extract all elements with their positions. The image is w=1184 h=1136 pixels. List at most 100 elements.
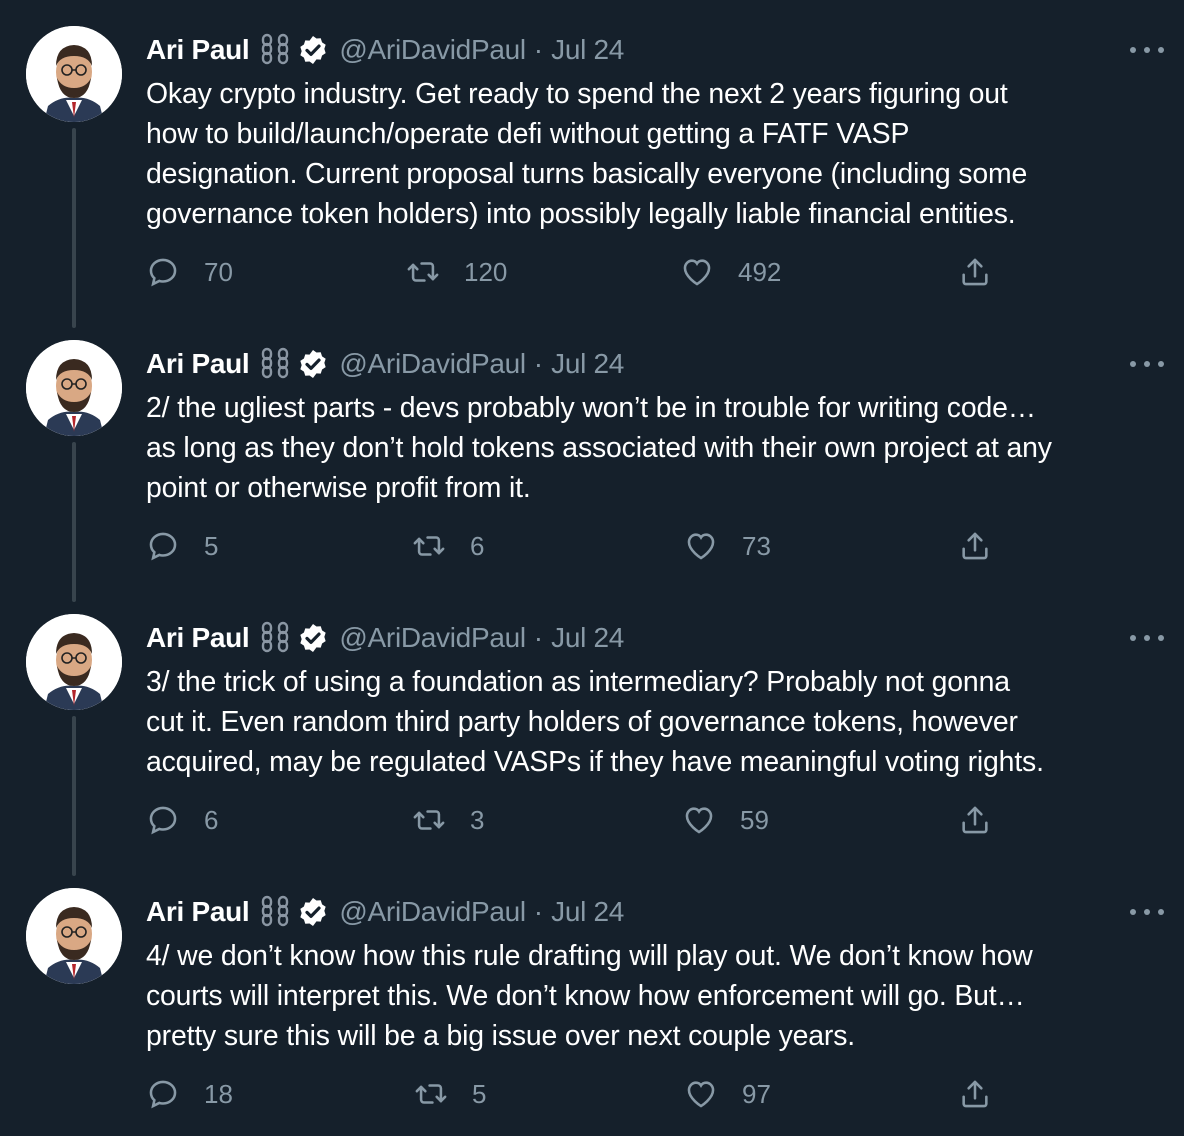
share-icon: [962, 258, 988, 286]
like-button[interactable]: 73: [684, 526, 771, 566]
author-handle[interactable]: @AriDavidPaul: [339, 622, 526, 654]
separator-dot: ·: [533, 896, 544, 927]
verified-badge-icon: [297, 348, 329, 380]
author-name[interactable]: Ari Paul: [146, 622, 250, 654]
like-button[interactable]: 59: [682, 800, 769, 840]
more-options-icon[interactable]: [1130, 902, 1164, 922]
separator-dot: ·: [533, 34, 544, 65]
tweet-text-line: cut it. Even random third party holders …: [146, 706, 1018, 738]
more-options-icon[interactable]: [1130, 40, 1164, 60]
retweet-button[interactable]: 6: [412, 526, 484, 566]
retweet-count: 5: [472, 1078, 487, 1109]
share-button[interactable]: [958, 526, 992, 566]
retweet-icon: [413, 536, 445, 556]
like-button[interactable]: 97: [684, 1074, 771, 1114]
reply-button[interactable]: 6: [146, 800, 218, 840]
thread-connector-line: [72, 442, 76, 602]
retweet-count: 120: [464, 256, 508, 287]
verified-badge-icon: [297, 896, 329, 928]
separator-dot: ·: [533, 622, 544, 653]
retweet-icon: [407, 262, 439, 282]
tweet-header: Ari Paul @AriDavidPaul · Jul 24: [146, 892, 624, 932]
like-count: 73: [742, 530, 771, 561]
tweet-header: Ari Paul @AriDavidPaul · Jul 24: [146, 30, 624, 70]
tweet-text: 4/ we don’t know how this rule drafting …: [146, 936, 1166, 1056]
verified-badge-icon: [297, 34, 329, 66]
tweet-actions: 70 120 492: [146, 252, 1006, 292]
share-icon: [962, 532, 988, 560]
reply-icon: [149, 258, 177, 287]
reply-icon: [149, 1080, 177, 1109]
avatar[interactable]: [26, 614, 122, 710]
retweet-count: 6: [470, 530, 485, 561]
share-icon: [962, 1080, 988, 1108]
author-handle[interactable]: @AriDavidPaul: [339, 34, 526, 66]
retweet-icon: [413, 810, 445, 830]
verified-badge-icon: [297, 622, 329, 654]
tweet-header: Ari Paul @AriDavidPaul · Jul 24: [146, 344, 624, 384]
avatar-image: [26, 614, 122, 710]
heart-icon: [687, 1081, 715, 1108]
tweet-text-line: 4/ we don’t know how this rule drafting …: [146, 940, 1033, 972]
chain-link-emoji-icon: [259, 347, 293, 381]
retweet-count: 3: [470, 804, 485, 835]
tweet-date[interactable]: Jul 24: [551, 348, 624, 380]
tweet-actions: 6 3 59: [146, 800, 1006, 840]
avatar-image: [26, 340, 122, 436]
reply-count: 5: [204, 530, 219, 561]
like-button[interactable]: 492: [680, 252, 781, 292]
tweet-text-line: how to build/launch/operate defi without…: [146, 118, 910, 150]
author-name[interactable]: Ari Paul: [146, 896, 250, 928]
separator-dot: ·: [533, 348, 544, 379]
like-count: 492: [738, 256, 782, 287]
tweet-actions: 5 6 73: [146, 526, 1006, 566]
author-handle[interactable]: @AriDavidPaul: [339, 348, 526, 380]
chain-link-emoji-icon: [259, 895, 293, 929]
share-button[interactable]: [958, 1074, 992, 1114]
heart-icon: [683, 259, 711, 286]
reply-count: 18: [204, 1078, 233, 1109]
avatar[interactable]: [26, 888, 122, 984]
tweet-text-line: pretty sure this will be a big issue ove…: [146, 1020, 856, 1052]
tweet-text-line: governance token holders) into possibly …: [146, 198, 1016, 230]
reply-button[interactable]: 5: [146, 526, 218, 566]
tweet-text: 3/ the trick of using a foundation as in…: [146, 662, 1166, 782]
heart-icon: [685, 807, 713, 834]
chain-link-emoji-icon: [259, 33, 293, 67]
author-name[interactable]: Ari Paul: [146, 34, 250, 66]
share-button[interactable]: [958, 252, 992, 292]
tweet-date[interactable]: Jul 24: [551, 622, 624, 654]
heart-icon: [687, 533, 715, 560]
tweet-text: Okay crypto industry. Get ready to spend…: [146, 74, 1166, 234]
tweet-date[interactable]: Jul 24: [551, 896, 624, 928]
tweet-text-line: courts will interpret this. We don’t kno…: [146, 980, 1025, 1012]
avatar[interactable]: [26, 340, 122, 436]
reply-icon: [149, 806, 177, 835]
tweet-text-line: as long as they don’t hold tokens associ…: [146, 432, 1052, 464]
share-icon: [962, 806, 988, 834]
reply-button[interactable]: 18: [146, 1074, 233, 1114]
tweet-text-line: point or otherwise profit from it.: [146, 472, 531, 504]
more-options-icon[interactable]: [1130, 628, 1164, 648]
thread-connector-line: [72, 716, 76, 876]
tweet-text-line: 2/ the ugliest parts - devs probably won…: [146, 392, 1036, 424]
reply-count: 70: [204, 256, 233, 287]
author-handle[interactable]: @AriDavidPaul: [339, 896, 526, 928]
chain-link-emoji-icon: [259, 621, 293, 655]
author-name[interactable]: Ari Paul: [146, 348, 250, 380]
retweet-button[interactable]: 5: [414, 1074, 486, 1114]
tweet-header: Ari Paul @AriDavidPaul · Jul 24: [146, 618, 624, 658]
retweet-button[interactable]: 3: [412, 800, 484, 840]
reply-count: 6: [204, 804, 219, 835]
retweet-icon: [415, 1084, 447, 1104]
tweet-date[interactable]: Jul 24: [551, 34, 624, 66]
reply-button[interactable]: 70: [146, 252, 233, 292]
reply-icon: [149, 532, 177, 561]
retweet-button[interactable]: 120: [406, 252, 507, 292]
more-options-icon[interactable]: [1130, 354, 1164, 374]
avatar[interactable]: [26, 26, 122, 122]
tweet-text-line: acquired, may be regulated VASPs if they…: [146, 746, 1044, 778]
avatar-image: [26, 26, 122, 122]
avatar-image: [26, 888, 122, 984]
share-button[interactable]: [958, 800, 992, 840]
